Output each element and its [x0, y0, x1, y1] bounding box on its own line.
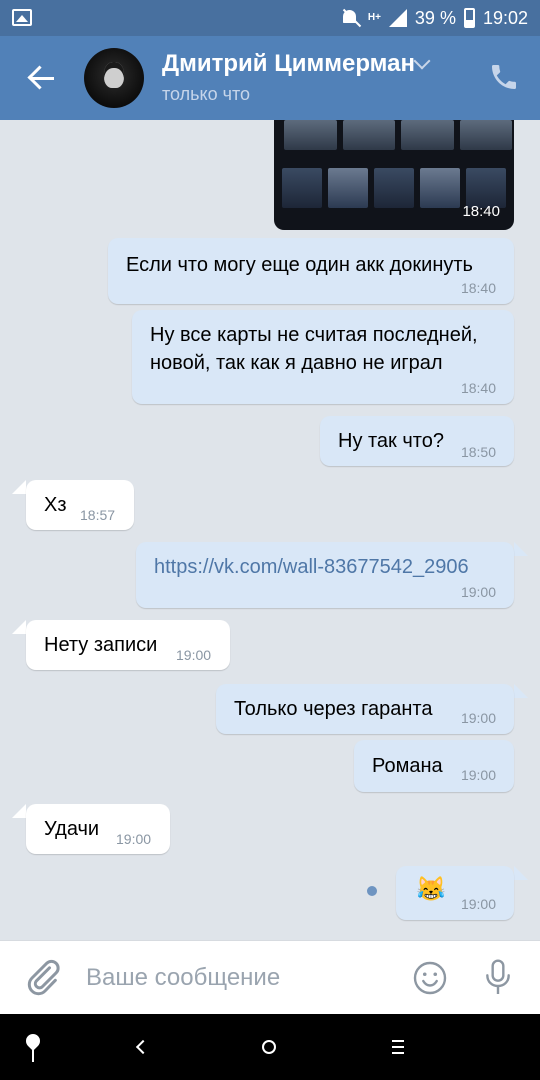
outgoing-message[interactable]: 19:00 — [396, 866, 514, 920]
message-text: новой, так как я давно не играл — [150, 352, 443, 374]
outgoing-message[interactable]: Ну так что? 18:50 — [320, 416, 514, 466]
chat-header: Дмитрий Циммерман только что — [0, 36, 540, 120]
image-tile — [420, 168, 460, 208]
message-time: 18:40 — [460, 280, 496, 296]
message-time: 18:50 — [460, 444, 496, 460]
bubble-tail — [514, 866, 528, 880]
bubble-tail — [12, 804, 26, 818]
image-tile — [374, 168, 414, 208]
message-text: Романа — [372, 755, 443, 777]
outgoing-message[interactable]: Если что могу еще один акк докинуть 18:4… — [108, 238, 514, 304]
clock: 19:02 — [482, 7, 528, 28]
smiley-icon[interactable] — [412, 960, 448, 996]
message-time: 19:00 — [460, 584, 496, 600]
contact-status: только что — [162, 84, 251, 104]
pin-icon-stem — [32, 1050, 34, 1062]
message-time: 19:00 — [460, 710, 496, 726]
nav-menu-icon[interactable] — [392, 1040, 404, 1054]
arrow-left-icon[interactable] — [24, 58, 64, 98]
incoming-message[interactable]: Нету записи 19:00 — [26, 620, 230, 670]
battery-percent: 39 % — [414, 7, 456, 28]
message-composer — [0, 940, 540, 1014]
outgoing-message[interactable]: Романа 19:00 — [354, 740, 514, 792]
message-text: Хз — [44, 494, 67, 516]
microphone-icon[interactable] — [482, 958, 514, 998]
message-text: Удачи — [44, 818, 100, 840]
paperclip-icon[interactable] — [22, 957, 62, 997]
status-bar-indicators: H+ 39 % 19:02 — [340, 0, 528, 36]
image-tile — [466, 168, 506, 208]
message-time: 18:57 — [80, 507, 116, 523]
battery-icon — [463, 8, 475, 28]
pin-icon[interactable] — [23, 1031, 43, 1051]
signal-icon — [388, 9, 407, 27]
message-text: Только через гаранта — [234, 698, 433, 720]
nav-home-icon[interactable] — [262, 1040, 276, 1054]
image-message[interactable]: 18:40 — [274, 120, 514, 230]
message-time: 19:00 — [176, 647, 212, 663]
message-time: 19:00 — [116, 831, 152, 847]
message-time: 19:00 — [460, 767, 496, 783]
image-content-bottom — [274, 168, 514, 208]
outgoing-message[interactable]: Только через гаранта 19:00 — [216, 684, 514, 734]
emoji-cat-tears: 😹 — [416, 876, 446, 903]
image-card — [284, 120, 337, 150]
message-text: Если что могу еще один акк докинуть — [126, 254, 473, 276]
message-link[interactable]: https://vk.com/wall-83677542_2906 — [154, 554, 469, 580]
bubble-tail — [12, 620, 26, 634]
image-card — [342, 120, 395, 150]
unread-indicator — [367, 886, 377, 896]
message-text: Ну все карты не считая последней, — [150, 324, 478, 346]
image-tile — [328, 168, 368, 208]
bubble-tail — [12, 480, 26, 494]
bubble-tail — [514, 542, 528, 556]
avatar[interactable] — [84, 48, 144, 108]
nav-back-icon[interactable] — [135, 1039, 151, 1055]
message-text: Нету записи — [44, 634, 158, 656]
incoming-message[interactable]: Хз 18:57 — [26, 480, 134, 530]
phone-icon[interactable] — [488, 60, 520, 94]
contact-name[interactable]: Дмитрий Циммерман — [162, 50, 415, 78]
system-navigation-bar — [0, 1014, 540, 1080]
message-time: 19:00 — [460, 896, 496, 912]
image-tile — [282, 168, 322, 208]
outgoing-message[interactable]: Ну все карты не считая последней, новой,… — [132, 310, 514, 404]
bubble-tail — [514, 684, 528, 698]
status-bar: H+ 39 % 19:02 — [0, 0, 540, 36]
message-text: Ну так что? — [338, 430, 444, 452]
message-time: 18:40 — [462, 203, 500, 220]
incoming-message[interactable]: Удачи 19:00 — [26, 804, 170, 854]
image-card — [459, 120, 512, 150]
message-input[interactable] — [86, 961, 386, 995]
network-type: H+ — [367, 12, 381, 23]
muted-bell-icon — [340, 8, 360, 28]
message-time: 18:40 — [460, 380, 496, 396]
outgoing-message[interactable]: https://vk.com/wall-83677542_2906 19:00 — [136, 542, 514, 608]
image-card — [401, 120, 454, 150]
image-content-top — [284, 120, 512, 154]
chevron-down-icon[interactable] — [413, 52, 431, 70]
gallery-notification-icon — [12, 9, 32, 26]
